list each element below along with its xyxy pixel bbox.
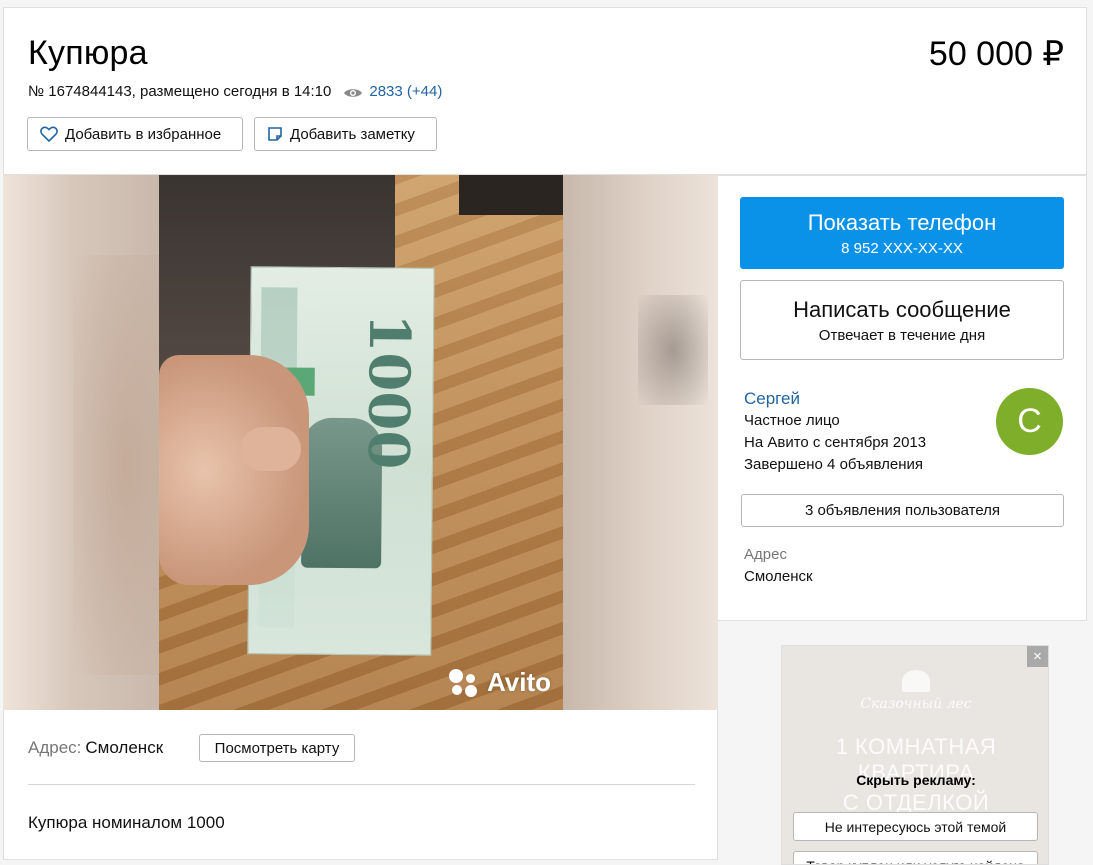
avito-logo-icon [448, 666, 481, 698]
gallery-blur-left [3, 175, 159, 710]
add-note-button[interactable]: Добавить заметку [254, 117, 437, 151]
show-phone-button[interactable]: Показать телефон 8 952 XXX-XX-XX [740, 197, 1064, 269]
write-message-label: Написать сообщение [793, 296, 1011, 322]
listing-photo[interactable]: 1000 Avito [159, 175, 563, 710]
seller-type: Частное лицо [744, 412, 840, 429]
seller-panel: Показать телефон 8 952 XXX-XX-XX Написат… [718, 175, 1087, 621]
ad-brand: Сказочный лес [860, 696, 972, 712]
seller-address-label: Адрес [744, 546, 787, 563]
add-to-favorites-label: Добавить в избранное [65, 125, 222, 143]
note-icon [268, 127, 282, 141]
eye-icon [343, 86, 363, 98]
divider [28, 784, 695, 785]
hand-image [159, 355, 309, 585]
photo-gallery[interactable]: 1000 Avito [3, 175, 718, 710]
response-time-hint: Отвечает в течение дня [818, 326, 986, 344]
hide-ad-title: Скрыть рекламу: [856, 772, 976, 788]
listing-number-date: № 1674844143, размещено сегодня в 14:10 [28, 83, 332, 100]
advertisement[interactable]: Сказочный лес 1 КОМНАТНАЯ КВАРТИРА С ОТД… [781, 645, 1049, 865]
hide-ad-not-interested-button[interactable]: Не интересуюсь этой темой [793, 812, 1038, 841]
listing-meta: № 1674844143, размещено сегодня в 14:10 … [28, 83, 442, 100]
seller-completed: Завершено 4 объявления [744, 456, 924, 473]
listing-details: Адрес: Смоленск Посмотреть карту Купюра … [3, 710, 718, 860]
seller-ads-button[interactable]: 3 объявления пользователя [741, 494, 1064, 527]
seller-address-value: Смоленск [744, 568, 813, 585]
watermark-text: Avito [486, 666, 551, 697]
show-phone-label: Показать телефон [807, 209, 997, 235]
heart-icon [40, 126, 58, 142]
seller-name[interactable]: Сергей [744, 388, 926, 410]
listing-header: Купюра 50 000 ₽ № 1674844143, размещено … [3, 7, 1087, 175]
avito-watermark: Avito [448, 666, 551, 698]
avatar[interactable]: С [996, 388, 1063, 455]
listing-price: 50 000 ₽ [928, 35, 1064, 73]
listing-description: Купюра номиналом 1000 [28, 813, 225, 832]
views-count[interactable]: 2833 (+44) [369, 83, 442, 100]
address-value: Смоленск [85, 738, 164, 757]
ad-line-1: 1 КОМНАТНАЯ [835, 734, 997, 759]
address-label: Адрес: [28, 738, 82, 757]
add-to-favorites-button[interactable]: Добавить в избранное [27, 117, 243, 151]
gallery-blur-right [563, 175, 718, 710]
phone-masked: 8 952 XXX-XX-XX [841, 239, 963, 257]
seller-address: Адрес Смоленск [744, 544, 813, 588]
ad-logo-icon [902, 670, 930, 692]
seller-info: Сергей Частное лицо На Авито с сентября … [744, 388, 926, 476]
listing-title: Купюра [28, 34, 148, 72]
close-icon[interactable]: × [1027, 646, 1048, 667]
view-map-button[interactable]: Посмотреть карту [199, 734, 355, 762]
address-line: Адрес: Смоленск [28, 738, 163, 758]
hide-ad-already-found-button[interactable]: Товар куплен или услуга найдена [793, 851, 1038, 864]
write-message-button[interactable]: Написать сообщение Отвечает в течение дн… [740, 280, 1064, 360]
seller-since: На Авито с сентября 2013 [744, 434, 927, 451]
add-note-label: Добавить заметку [290, 125, 415, 143]
